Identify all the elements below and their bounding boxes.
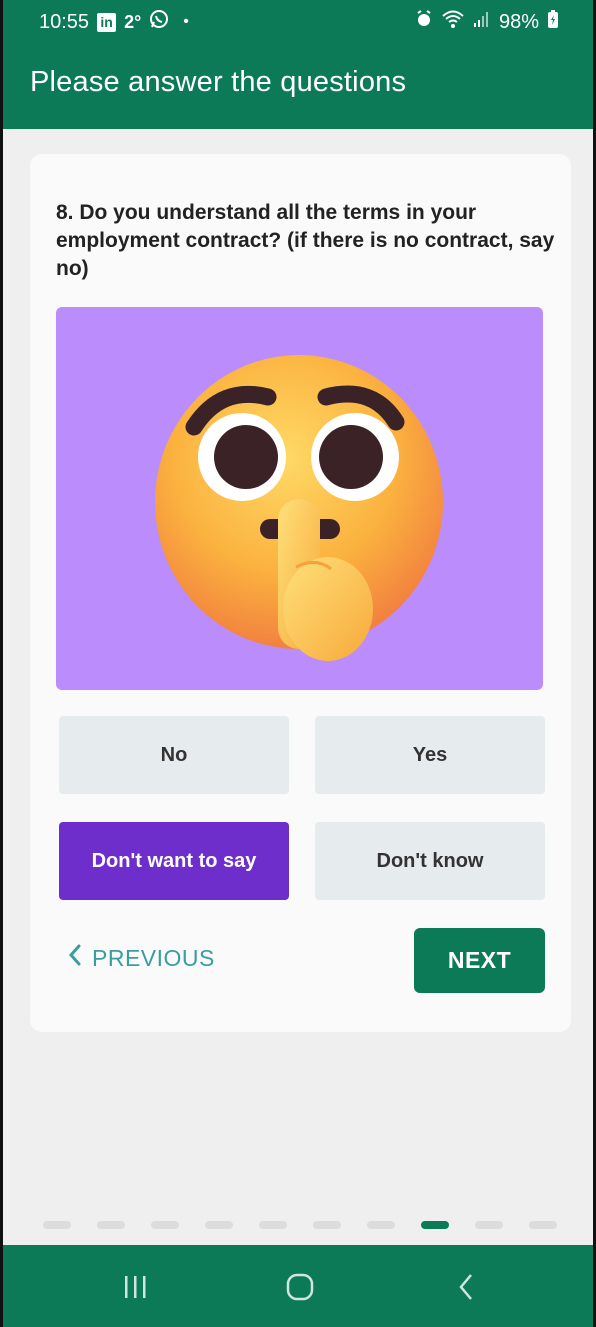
app-bar: Please answer the questions: [3, 44, 593, 129]
status-temperature: 2°: [124, 11, 142, 32]
whatsapp-icon: [149, 9, 169, 35]
battery-charging-icon: [547, 9, 559, 35]
progress-dot-active: [421, 1221, 449, 1229]
option-dont-know-label: Don't know: [376, 849, 484, 872]
shushing-face-emoji-icon: [155, 355, 443, 661]
question-card: 8. Do you understand all the terms in yo…: [30, 154, 571, 1032]
option-dont-want-to-say-button[interactable]: Don't want to say: [59, 822, 289, 900]
home-icon[interactable]: [285, 1271, 315, 1306]
status-time: 10:55: [39, 10, 90, 33]
status-dot: •: [183, 13, 189, 30]
alarm-icon: [415, 10, 433, 34]
wifi-icon: [441, 9, 465, 35]
recent-apps-icon[interactable]: [121, 1271, 151, 1306]
option-dont-want-to-say-label: Don't want to say: [91, 849, 257, 872]
progress-dot: [151, 1221, 179, 1229]
progress-dot: [97, 1221, 125, 1229]
option-yes-button[interactable]: Yes: [315, 716, 545, 794]
progress-dot: [259, 1221, 287, 1229]
option-yes-label: Yes: [412, 743, 448, 766]
option-no-label: No: [160, 743, 188, 766]
back-icon[interactable]: [455, 1271, 479, 1306]
status-bar: 10:55 in 2° • 98%: [3, 0, 593, 44]
progress-indicator: [43, 1221, 557, 1229]
option-no-button[interactable]: No: [59, 716, 289, 794]
linkedin-icon: in: [97, 12, 117, 32]
shushing-face-emoji-image: [56, 307, 543, 690]
battery-percent: 98%: [498, 10, 539, 33]
previous-button[interactable]: PREVIOUS: [68, 944, 215, 972]
page-title: Please answer the questions: [30, 66, 407, 98]
previous-label: PREVIOUS: [92, 944, 215, 971]
signal-icon: [473, 10, 491, 34]
progress-dot: [475, 1221, 503, 1229]
progress-dot: [205, 1221, 233, 1229]
option-dont-know-button[interactable]: Don't know: [315, 822, 545, 900]
progress-dot: [43, 1221, 71, 1229]
progress-dot: [367, 1221, 395, 1229]
system-nav-bar: [3, 1245, 593, 1327]
device-screen: 10:55 in 2° • 98% Please answer the ques…: [0, 0, 596, 1327]
progress-dot: [529, 1221, 557, 1229]
next-label: NEXT: [447, 947, 512, 973]
question-text: 8. Do you understand all the terms in yo…: [56, 201, 555, 280]
progress-dot: [313, 1221, 341, 1229]
chevron-left-icon: [68, 944, 82, 972]
next-button[interactable]: NEXT: [414, 928, 545, 993]
